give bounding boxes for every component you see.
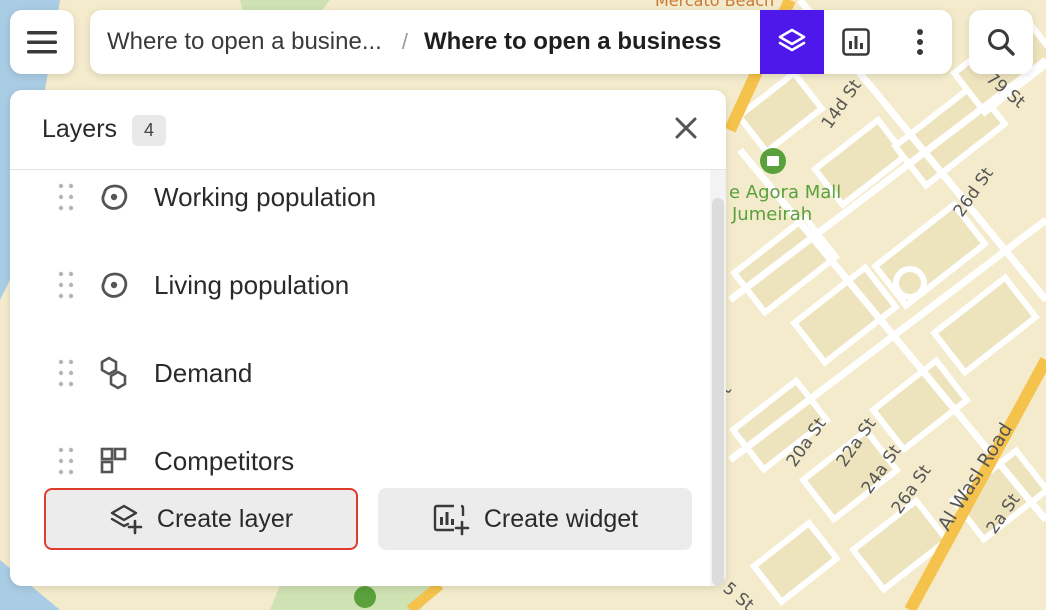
drag-handle-icon[interactable] (56, 270, 76, 300)
grid-icon (97, 444, 131, 478)
search-icon (988, 29, 1015, 56)
add-layer-icon (109, 503, 143, 535)
create-layer-label: Create layer (156, 504, 294, 533)
top-bar: Where to open a busine... / Where to ope… (90, 10, 952, 74)
layers-count-badge: 4 (132, 115, 166, 146)
hexagons-icon (97, 356, 131, 390)
close-icon (675, 117, 697, 139)
add-widget-icon (432, 502, 470, 536)
layer-item-working-population[interactable]: Working population (10, 162, 700, 232)
drag-handle-icon[interactable] (56, 358, 76, 388)
more-vertical-icon (917, 29, 923, 55)
more-options-button[interactable] (888, 10, 952, 74)
layer-label: Working population (154, 182, 377, 212)
poi-label-line2: Jumeirah (731, 204, 812, 225)
layer-label: Competitors (154, 446, 295, 476)
poi-label-line1: e Agora Mall (729, 182, 841, 203)
layer-item-demand[interactable]: Demand (10, 338, 700, 408)
layers-panel: Layers 4 Working population Living popul… (10, 90, 726, 586)
drag-handle-icon[interactable] (56, 182, 76, 212)
breadcrumb-current: Where to open a business (423, 28, 722, 55)
hotel-poi-icon (354, 586, 376, 608)
create-layer-button[interactable]: Create layer (44, 488, 358, 550)
layers-list: Working population Living population Dem… (10, 170, 710, 476)
breadcrumb-separator: / (401, 29, 408, 54)
create-widget-label: Create widget (483, 504, 639, 533)
radius-icon (97, 180, 131, 214)
hamburger-icon (27, 31, 57, 54)
layer-label: Demand (154, 358, 253, 388)
close-panel-button[interactable] (670, 112, 702, 144)
layer-item-living-population[interactable]: Living population (10, 250, 700, 320)
layer-label: Living population (154, 270, 350, 300)
panel-title: Layers (42, 115, 118, 143)
drag-handle-icon[interactable] (56, 446, 76, 476)
analytics-button[interactable] (824, 10, 888, 74)
beach-label: Mercato Beach (655, 0, 774, 10)
layers-toggle-button[interactable] (760, 10, 824, 74)
create-widget-button[interactable]: Create widget (378, 488, 692, 550)
radius-icon (97, 268, 131, 302)
scrollbar-thumb[interactable] (712, 198, 724, 586)
layer-item-competitors[interactable]: Competitors (10, 426, 700, 496)
main-menu-button[interactable] (10, 10, 74, 74)
layers-panel-header: Layers 4 (10, 90, 726, 170)
layers-icon (778, 28, 806, 52)
bar-chart-icon (842, 28, 870, 56)
search-button[interactable] (969, 10, 1033, 74)
breadcrumb-parent-link[interactable]: Where to open a busine... (107, 28, 382, 56)
